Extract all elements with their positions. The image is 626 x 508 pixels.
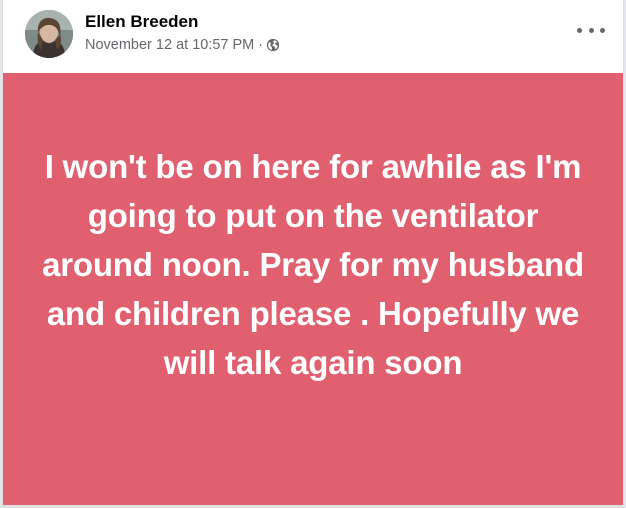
more-dot	[600, 27, 605, 33]
post-header: Ellen Breeden November 12 at 10:57 PM ·	[3, 0, 623, 73]
author-name[interactable]: Ellen Breeden	[85, 12, 198, 32]
more-options-icon[interactable]	[577, 20, 605, 40]
avatar[interactable]	[25, 10, 73, 58]
post-timestamp[interactable]: November 12 at 10:57 PM	[85, 37, 254, 53]
globe-icon[interactable]	[266, 38, 280, 52]
avatar-image	[25, 10, 73, 58]
meta-separator: ·	[258, 37, 264, 53]
more-dot	[588, 27, 594, 33]
post-meta: November 12 at 10:57 PM ·	[85, 37, 280, 53]
post-text: I won't be on here for awhile as I'm goi…	[42, 148, 584, 381]
post-background: I won't be on here for awhile as I'm goi…	[3, 73, 623, 508]
more-dot	[577, 27, 582, 33]
post-card: Ellen Breeden November 12 at 10:57 PM · …	[2, 0, 624, 508]
